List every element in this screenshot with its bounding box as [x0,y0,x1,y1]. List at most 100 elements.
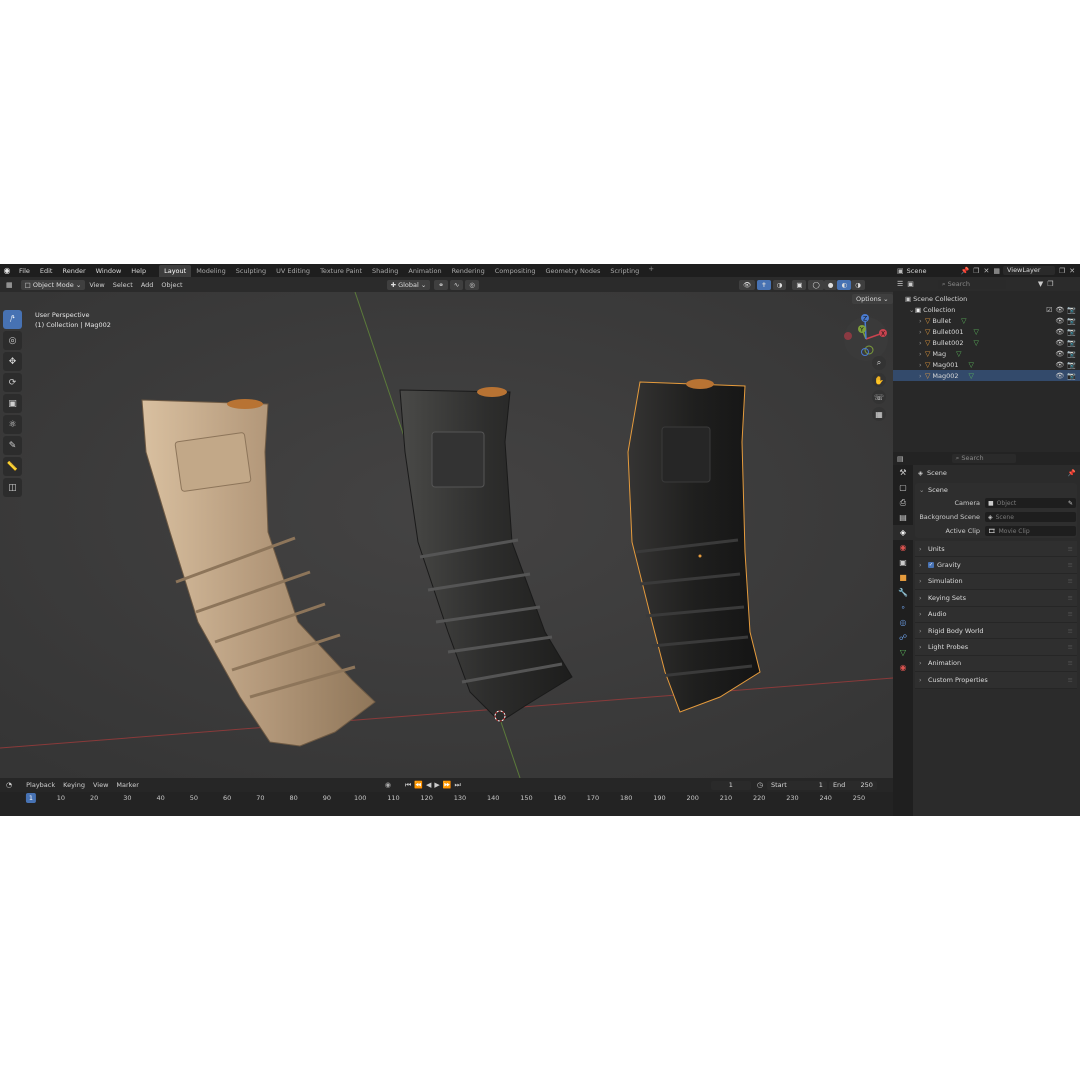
autokey-icon[interactable]: ◉ [385,781,391,789]
context-pin-icon[interactable]: 📌 [1068,469,1076,477]
shading-wireframe-icon[interactable]: ◯ [808,279,824,290]
jump-end-icon[interactable]: ⏭ [455,781,461,790]
subpanel-gravity[interactable]: › ✓ Gravity ≡ [915,557,1077,574]
select-box-icon[interactable]: ⭚ [3,310,22,329]
camera-icon[interactable]: 📷 [1067,372,1076,380]
material-tab-icon[interactable]: ◉ [893,660,913,675]
editor-type-icon[interactable]: ▦ [6,281,13,289]
scene-selector[interactable]: ▣ Scene [897,267,926,275]
subpanel-keying-sets[interactable]: › Keying Sets ≡ [915,590,1077,607]
outliner-item[interactable]: › ▽ Bullet ▽ 👁 📷 [893,315,1080,326]
outliner-item[interactable]: › ▽ Mag ▽ 👁 📷 [893,348,1080,359]
next-key-icon[interactable]: ⏩ [443,781,452,789]
menu-select[interactable]: Select [109,281,137,289]
eye-icon[interactable]: 👁 [1055,361,1064,369]
outliner-scene-collection[interactable]: ▣ Scene Collection [893,293,1080,304]
eye-icon[interactable]: 👁 [1055,339,1064,347]
tab-animation[interactable]: Animation [403,265,446,277]
view-layer-selector[interactable]: ▦ ViewLayer [993,266,1055,275]
mesh-data-icon[interactable]: ▽ [961,317,966,325]
add-cube-tool-icon[interactable]: ◫ [3,478,22,497]
scene-name[interactable]: Scene [907,267,927,275]
particles-tab-icon[interactable]: ∘ [893,600,913,615]
eye-icon[interactable]: 👁 [1055,372,1064,380]
transform-tool-icon[interactable]: ⚛ [3,415,22,434]
subpanel-simulation[interactable]: › Simulation ≡ [915,573,1077,591]
tab-sculpting[interactable]: Sculpting [231,265,271,277]
properties-search-input[interactable]: ⌕ Search [951,454,1016,463]
gravity-checkbox[interactable]: ✓ [928,562,934,569]
xray-icon[interactable]: ▣ [792,279,807,290]
transform-orientation-dropdown[interactable]: ✚ Global ⌄ [386,279,431,290]
zoom-icon[interactable]: ⌕ [872,356,886,370]
filter-icon[interactable]: ▼ [1038,280,1043,288]
end-frame-field[interactable]: End 250 [828,780,877,790]
start-frame-field[interactable]: Start 1 [766,780,827,790]
drag-handle-icon[interactable]: ≡ [1068,577,1073,585]
subpanel-rigid-body-world[interactable]: › Rigid Body World ≡ [915,622,1077,640]
drag-handle-icon[interactable]: ≡ [1068,676,1073,684]
tab-shading[interactable]: Shading [367,265,403,277]
display-mode-icon[interactable]: ▣ [907,280,914,288]
camera-icon[interactable]: 📷 [1067,361,1076,369]
ortho-grid-icon[interactable]: ▦ [872,407,886,421]
mesh-data-icon[interactable]: ▽ [956,350,961,358]
gizmo-neg-x-icon[interactable] [844,332,852,340]
physics-tab-icon[interactable]: ◎ [893,615,913,630]
active-clip-field[interactable]: 🎞 Movie Clip [985,526,1076,536]
overlay-toggle-icon[interactable]: ◑ [772,279,787,290]
tab-layout[interactable]: Layout [159,264,192,277]
playhead-frame[interactable]: 1 [25,793,37,803]
drag-handle-icon[interactable]: ≡ [1068,545,1073,553]
outliner-item[interactable]: › ▽ Bullet001 ▽ 👁 📷 [893,326,1080,337]
shading-solid-icon[interactable]: ● [823,279,838,290]
data-tab-icon[interactable]: ▽ [893,645,913,660]
delete-scene-icon[interactable]: ✕ [983,267,989,275]
menu-help[interactable]: Help [126,267,151,275]
drag-handle-icon[interactable]: ≡ [1068,594,1073,602]
pan-hand-icon[interactable]: ✋ [872,373,886,387]
outliner-item[interactable]: › ▽ Bullet002 ▽ 👁 📷 [893,337,1080,348]
constraints-tab-icon[interactable]: ☍ [893,630,913,645]
menu-window[interactable]: Window [91,267,127,275]
jump-start-icon[interactable]: ⏮ [405,781,411,790]
eye-icon[interactable]: 👁 [1055,317,1064,325]
output-tab-icon[interactable]: ⎙ [893,495,913,510]
mesh-data-icon[interactable]: ▽ [974,328,979,336]
pivot-point-icon[interactable]: ⚭ [434,279,448,290]
move-tool-icon[interactable]: ✥ [3,352,22,371]
subpanel-custom-properties[interactable]: › Custom Properties ≡ [915,672,1077,689]
new-scene-icon[interactable]: ❐ [973,267,979,275]
timeline-ruler[interactable]: 1 10 20 30 40 50 60 70 80 90 100 110 120 130 140 150 160… [0,792,893,804]
tool-tab-icon[interactable]: ⚒ [893,465,913,480]
menu-object[interactable]: Object [157,281,186,289]
subpanel-units[interactable]: › Units ≡ [915,541,1077,558]
proportional-edit-icon[interactable]: ◎ [465,279,479,290]
play-reverse-icon[interactable]: ◀ [426,781,431,789]
camera-icon[interactable]: 📷 [1067,328,1076,336]
3d-viewport[interactable]: X Y Z User Perspective (1) Collection | … [0,292,893,778]
mesh-data-icon[interactable]: ▽ [974,339,979,347]
outliner-item[interactable]: › ▽ Mag002 ▽ 👁 📷 [893,370,1080,381]
menu-playback[interactable]: Playback [22,781,59,789]
tab-texture-paint[interactable]: Texture Paint [315,265,367,277]
clock-icon[interactable]: ◷ [757,781,763,789]
scale-tool-icon[interactable]: ▣ [3,394,22,413]
checkbox-icon[interactable]: ☑ [1046,306,1052,314]
outliner-collection[interactable]: ⌄ ▣ Collection ☑ 👁 📷 [893,304,1080,315]
cursor-tool-icon[interactable]: ◎ [3,331,22,350]
menu-render[interactable]: Render [57,267,90,275]
measure-tool-icon[interactable]: 📏 [3,457,22,476]
eye-icon[interactable]: 👁 [1055,306,1064,314]
shading-material-icon[interactable]: ◐ [837,279,852,290]
tab-scripting[interactable]: Scripting [605,265,644,277]
snap-icon[interactable]: ∿ [449,279,464,290]
outliner-editor-icon[interactable]: ☰ [897,280,903,288]
subpanel-audio[interactable]: › Audio ≡ [915,606,1077,623]
tab-uv-editing[interactable]: UV Editing [271,265,315,277]
current-frame-field[interactable]: 1 [710,780,751,790]
eyedropper-icon[interactable]: ✎ [1068,500,1073,507]
blender-logo-icon[interactable]: ◉ [0,264,14,277]
mesh-data-icon[interactable]: ▽ [969,372,974,380]
tab-rendering[interactable]: Rendering [447,265,490,277]
